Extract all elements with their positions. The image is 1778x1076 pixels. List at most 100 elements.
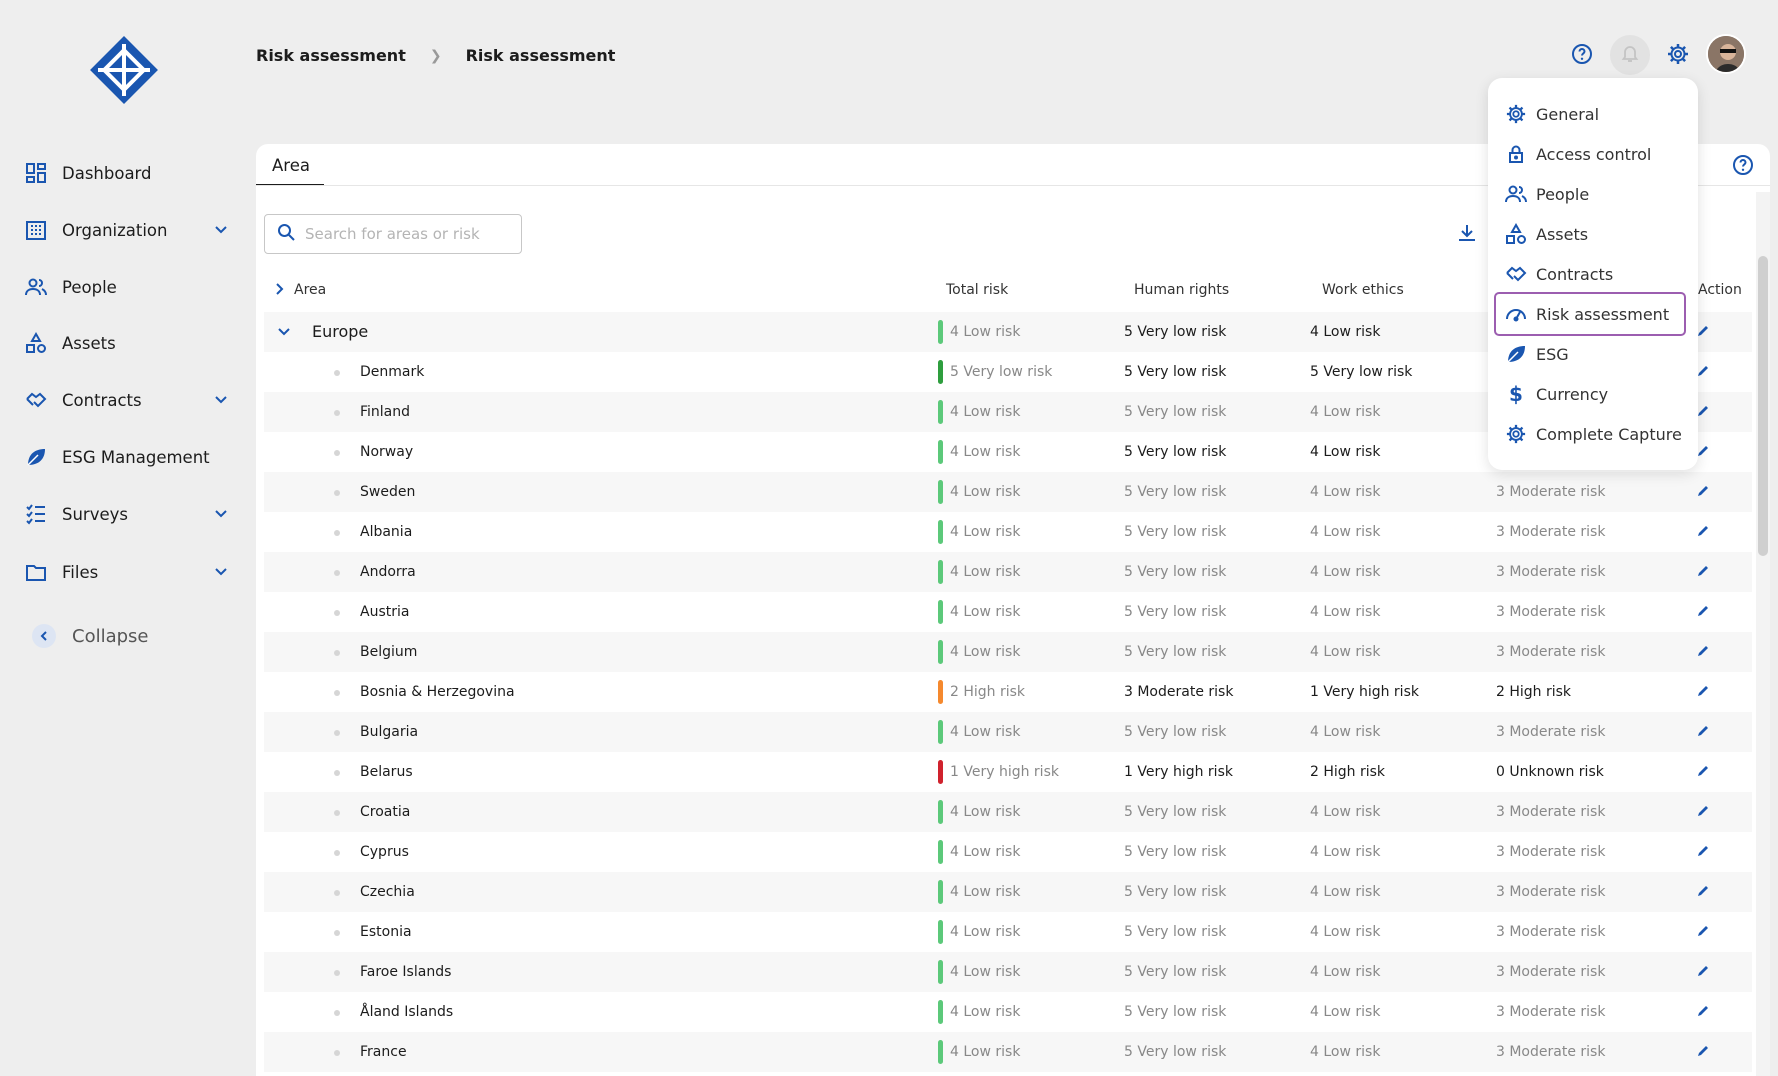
scrollbar-thumb[interactable] — [1758, 256, 1768, 556]
pencil-icon[interactable] — [1696, 644, 1710, 662]
collapse-button[interactable]: Collapse — [32, 624, 149, 648]
table-row[interactable]: Austria 4 Low risk 5 Very low risk 4 Low ri… — [264, 592, 1752, 632]
col-area[interactable]: Area — [294, 282, 326, 298]
area-name: Andorra — [360, 564, 416, 580]
sidebar-item-people[interactable]: People — [24, 270, 230, 304]
total-risk: 4 Low risk — [950, 844, 1021, 860]
menu-item-complete-capture[interactable]: Complete Capture — [1504, 414, 1684, 454]
sidebar-item-contracts[interactable]: Contracts — [24, 383, 230, 417]
pencil-icon[interactable] — [1696, 404, 1710, 422]
menu-item-general[interactable]: General — [1504, 94, 1684, 134]
table-row[interactable]: Cyprus 4 Low risk 5 Very low risk 4 Low ris… — [264, 832, 1752, 872]
col-work-ethics[interactable]: Work ethics — [1322, 282, 1404, 298]
table-row[interactable]: France 4 Low risk 5 Very low risk 4 Low ris… — [264, 1032, 1752, 1072]
table-row[interactable]: Faroe Islands 4 Low risk 5 Very low risk 4 … — [264, 952, 1752, 992]
pencil-icon[interactable] — [1696, 804, 1710, 822]
pencil-icon[interactable] — [1696, 684, 1710, 702]
sidebar-item-label: Contracts — [62, 390, 142, 410]
pencil-icon[interactable] — [1696, 324, 1710, 342]
pencil-icon[interactable] — [1696, 764, 1710, 782]
work-ethics-risk: 4 Low risk — [1310, 1044, 1381, 1060]
menu-item-contracts[interactable]: Contracts — [1504, 254, 1684, 294]
breadcrumb-root[interactable]: Risk assessment — [256, 46, 406, 65]
sidebar-item-organization[interactable]: Organization — [24, 213, 230, 247]
pencil-icon[interactable] — [1696, 564, 1710, 582]
col-human-rights[interactable]: Human rights — [1134, 282, 1229, 298]
table-row[interactable]: Albania 4 Low risk 5 Very low risk 4 Low ri… — [264, 512, 1752, 552]
pencil-icon[interactable] — [1696, 524, 1710, 542]
chevron-down-icon[interactable] — [212, 391, 230, 409]
notifications-button[interactable] — [1610, 35, 1650, 75]
pencil-icon[interactable] — [1696, 924, 1710, 942]
table-row[interactable]: Bosnia & Herzegovina 2 High risk 3 Moderat… — [264, 672, 1752, 712]
table-row[interactable]: Andorra 4 Low risk 5 Very low risk 4 Low ri… — [264, 552, 1752, 592]
table-row[interactable]: Sweden 4 Low risk 5 Very low risk 4 Low ris… — [264, 472, 1752, 512]
human-rights-risk: 5 Very low risk — [1124, 924, 1227, 940]
pencil-icon[interactable] — [1696, 844, 1710, 862]
pencil-icon[interactable] — [1696, 1004, 1710, 1022]
bullet-icon — [334, 1050, 340, 1056]
chevron-down-icon[interactable] — [212, 505, 230, 523]
work-ethics-risk: 4 Low risk — [1310, 604, 1381, 620]
chevron-down-icon[interactable] — [212, 221, 230, 239]
menu-item-assets[interactable]: Assets — [1504, 214, 1684, 254]
pencil-icon[interactable] — [1696, 1044, 1710, 1062]
menu-item-esg[interactable]: ESG — [1504, 334, 1684, 374]
menu-item-currency[interactable]: $ Currency — [1504, 374, 1684, 414]
scrollbar[interactable] — [1756, 192, 1770, 1076]
expand-all-icon[interactable] — [274, 282, 286, 300]
pencil-icon[interactable] — [1696, 364, 1710, 382]
dollar-icon: $ — [1509, 382, 1523, 406]
table-row[interactable]: Croatia 4 Low risk 5 Very low risk 4 Low ri… — [264, 792, 1752, 832]
pencil-icon[interactable] — [1696, 444, 1710, 462]
search-input[interactable] — [305, 225, 505, 243]
work-ethics-risk: 5 Very low risk — [1310, 364, 1413, 380]
work-ethics-risk: 4 Low risk — [1310, 924, 1381, 940]
pencil-icon[interactable] — [1696, 484, 1710, 502]
col-total-risk[interactable]: Total risk — [946, 282, 1008, 298]
sidebar-item-surveys[interactable]: Surveys — [24, 497, 230, 531]
menu-item-label: People — [1536, 184, 1590, 204]
pencil-icon[interactable] — [1696, 964, 1710, 982]
tab-area[interactable]: Area — [256, 144, 324, 186]
table-row[interactable]: Czechia 4 Low risk 5 Very low risk 4 Low ri… — [264, 872, 1752, 912]
table-row[interactable]: Belarus 1 Very high risk 1 Very high risk 2… — [264, 752, 1752, 792]
bullet-icon — [334, 370, 340, 376]
menu-item-label: Assets — [1536, 224, 1589, 244]
human-rights-risk: 3 Moderate risk — [1124, 684, 1234, 700]
bullet-icon — [334, 690, 340, 696]
table-row[interactable]: Estonia 4 Low risk 5 Very low risk 4 Low ri… — [264, 912, 1752, 952]
help-icon[interactable] — [1570, 42, 1594, 66]
bullet-icon — [334, 890, 340, 896]
gear-icon[interactable] — [1666, 42, 1690, 66]
menu-item-risk-assessment[interactable]: Risk assessment — [1494, 292, 1686, 336]
help-icon[interactable] — [1732, 154, 1754, 180]
menu-item-access-control[interactable]: Access control — [1504, 134, 1684, 174]
download-icon[interactable] — [1456, 222, 1478, 248]
pencil-icon[interactable] — [1696, 884, 1710, 902]
table-row[interactable]: Åland Islands 4 Low risk 5 Very low risk 4 … — [264, 992, 1752, 1032]
table-row[interactable]: Belgium 4 Low risk 5 Very low risk 4 Low ri… — [264, 632, 1752, 672]
sidebar-item-dashboard[interactable]: Dashboard — [24, 156, 230, 190]
chevron-down-icon[interactable] — [276, 324, 292, 344]
bell-icon — [1620, 43, 1640, 67]
avatar[interactable] — [1706, 34, 1746, 74]
sidebar-item-files[interactable]: Files — [24, 555, 230, 589]
total-risk: 4 Low risk — [950, 884, 1021, 900]
risk-column-4: 3 Moderate risk — [1496, 804, 1606, 820]
pencil-icon[interactable] — [1696, 604, 1710, 622]
total-risk: 4 Low risk — [950, 1004, 1021, 1020]
pencil-icon[interactable] — [1696, 724, 1710, 742]
risk-level-bar — [938, 520, 943, 544]
work-ethics-risk: 4 Low risk — [1310, 724, 1381, 740]
assets-icon — [24, 331, 48, 355]
sidebar-item-esg-management[interactable]: ESG Management — [24, 440, 230, 474]
total-risk: 4 Low risk — [950, 324, 1021, 340]
risk-level-bar — [938, 360, 943, 384]
search-box — [264, 214, 522, 254]
table-row[interactable]: Bulgaria 4 Low risk 5 Very low risk 4 Low r… — [264, 712, 1752, 752]
menu-item-people[interactable]: People — [1504, 174, 1684, 214]
chevron-down-icon[interactable] — [212, 563, 230, 581]
sidebar-item-assets[interactable]: Assets — [24, 326, 230, 360]
human-rights-risk: 5 Very low risk — [1124, 724, 1227, 740]
